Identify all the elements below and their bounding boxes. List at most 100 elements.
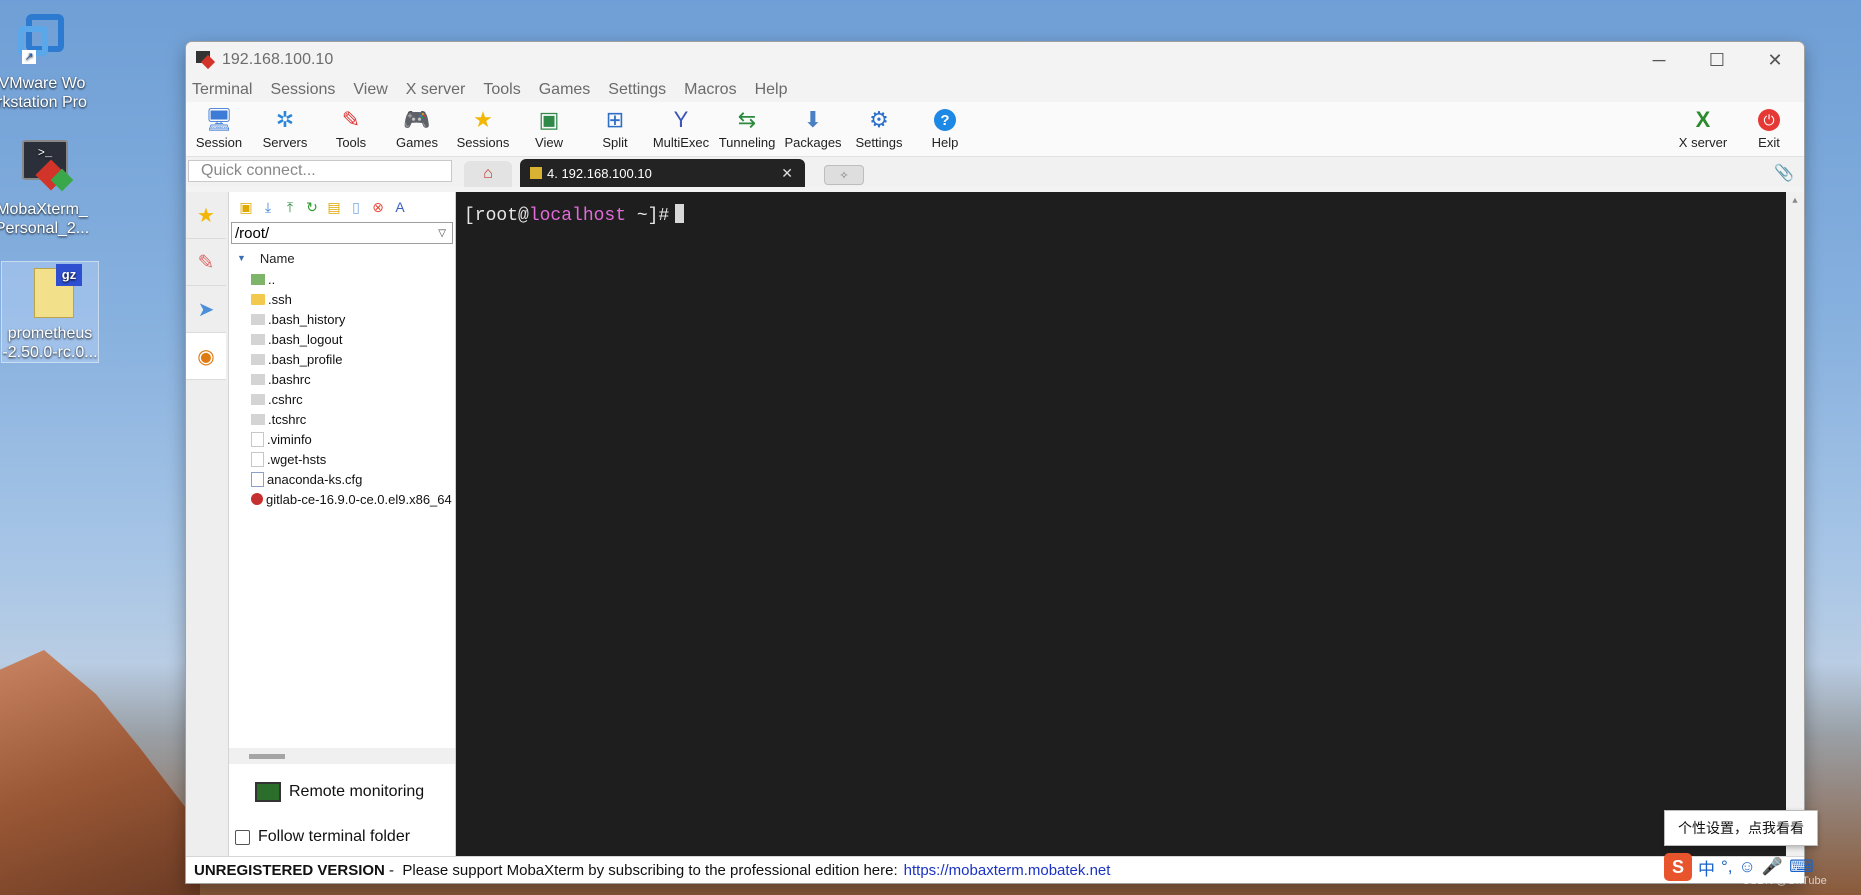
file-row[interactable]: .tcshrc [229, 409, 455, 429]
window-title: 192.168.100.10 [222, 51, 334, 68]
macros-sidebar-tab[interactable]: ➤ [186, 286, 226, 333]
file-icon [251, 471, 264, 487]
name-column-header[interactable]: ▼ Name [229, 247, 455, 269]
file-row[interactable]: .bash_profile [229, 349, 455, 369]
menu-bar: Terminal Sessions View X server Tools Ga… [186, 78, 1804, 102]
toolbar-session-button[interactable]: 🖥 Session [186, 102, 252, 151]
menu-terminal[interactable]: Terminal [192, 81, 252, 99]
home-tab[interactable]: ⌂ [464, 161, 512, 187]
sogou-ime-icon[interactable]: S [1664, 853, 1692, 881]
file-row[interactable]: gitlab-ce-16.9.0-ce.0.el9.x86_64 [229, 489, 455, 509]
toolbar-x-server-button[interactable]: X X server [1670, 102, 1736, 151]
microphone-icon[interactable]: 🎤 [1762, 857, 1783, 877]
menu-help[interactable]: Help [755, 81, 788, 99]
upload-icon[interactable]: ⤒ [279, 199, 301, 216]
checkbox[interactable] [235, 829, 250, 845]
toolbar-exit-button[interactable]: ⏻ Exit [1736, 102, 1802, 150]
file-row[interactable]: .. [229, 269, 455, 289]
toolbar-servers-button[interactable]: ✲ Servers [252, 102, 318, 151]
toolbar-label: Servers [262, 135, 308, 150]
toolbar-help-button[interactable]: ? Help [912, 102, 978, 150]
file-icon [251, 431, 264, 447]
toolbar-label: X server [1678, 135, 1728, 150]
path-selector[interactable]: /root/ ▽ [231, 222, 453, 244]
new-file-icon[interactable]: ▯ [345, 199, 367, 216]
file-name: .bash_history [268, 311, 346, 327]
file-list: .. .ssh .bash_history .bash_logout .bash_pro… [229, 269, 455, 509]
new-tab-button[interactable]: ✧ [824, 165, 864, 185]
toolbar-sessions-button[interactable]: ★ Sessions [450, 102, 516, 151]
menu-macros[interactable]: Macros [684, 81, 736, 99]
sessions-sidebar-tab[interactable]: ★ [186, 192, 226, 239]
keyboard-icon[interactable]: ⌨ [1789, 857, 1814, 877]
toolbar-label: Split [602, 135, 628, 150]
ime-tooltip[interactable]: 个性设置，点我看看 [1664, 810, 1818, 846]
ime-language-label[interactable]: 中 [1698, 855, 1715, 880]
folder-up-icon[interactable]: ▣ [235, 199, 257, 216]
file-row[interactable]: .ssh [229, 289, 455, 309]
file-row[interactable]: .bash_history [229, 309, 455, 329]
terminal-prompt: [root@localhost ~]# [464, 204, 685, 226]
remote-monitoring-button[interactable]: Remote monitoring [255, 782, 424, 802]
refresh-icon[interactable]: ↻ [301, 199, 323, 216]
follow-terminal-folder-checkbox[interactable]: Follow terminal folder [235, 828, 410, 846]
toolbar-split-button[interactable]: ⊞ Split [582, 102, 648, 151]
toolbar-multiexec-button[interactable]: Y MultiExec [648, 102, 714, 151]
paperclip-icon[interactable]: 📎 [1774, 163, 1794, 183]
minimize-button[interactable]: ─ [1630, 42, 1688, 78]
file-row[interactable]: .bash_logout [229, 329, 455, 349]
remote-monitoring-label: Remote monitoring [289, 783, 425, 800]
settings-icon: ⚙ [869, 107, 889, 132]
desktop-icon-vmware[interactable]: ↗ VMware Wo rkstation Pro [0, 12, 90, 112]
toolbar-tools-button[interactable]: ✎ Tools [318, 102, 384, 151]
desktop-icon-prometheus[interactable]: gz prometheus -2.50.0-rc.0... [1, 261, 99, 363]
scrollbar-thumb[interactable] [249, 754, 285, 759]
emoji-icon[interactable]: ☺ [1739, 857, 1756, 877]
terminal-pane[interactable]: [root@localhost ~]# ▲ [456, 192, 1804, 857]
sftp-file-browser: ▣ ⤓ ⤒ ↻ ▤ ▯ ⊗ A /root/ ▽ ▼ Name .. .ssh .b… [229, 192, 456, 857]
file-row[interactable]: .cshrc [229, 389, 455, 409]
delete-icon[interactable]: ⊗ [367, 199, 389, 216]
desktop-icon-mobaxterm[interactable]: >_ MobaXterm_ Personal_2... [0, 138, 90, 238]
mobatek-link[interactable]: https://mobaxterm.mobatek.net [904, 862, 1111, 879]
toolbar-label: View [535, 135, 563, 150]
file-row[interactable]: .bashrc [229, 369, 455, 389]
horizontal-scrollbar[interactable] [229, 748, 455, 764]
toolbar-right-group: X X server ⏻ Exit [1670, 102, 1802, 150]
toolbar-label: Exit [1758, 135, 1780, 150]
punctuation-icon[interactable]: °, [1721, 857, 1733, 877]
scroll-up-icon[interactable]: ▲ [1786, 196, 1804, 206]
close-button[interactable]: ✕ [1746, 42, 1804, 78]
menu-settings[interactable]: Settings [608, 81, 666, 99]
file-icon [251, 353, 265, 365]
toolbar-tunneling-button[interactable]: ⇆ Tunneling [714, 102, 780, 151]
file-row[interactable]: .viminfo [229, 429, 455, 449]
maximize-button[interactable]: ☐ [1688, 42, 1746, 78]
new-folder-icon[interactable]: ▤ [323, 199, 345, 216]
terminal-scrollbar[interactable]: ▲ [1786, 192, 1804, 857]
tools-sidebar-tab[interactable]: ✎ [186, 239, 226, 286]
menu-tools[interactable]: Tools [483, 81, 520, 99]
menu-games[interactable]: Games [539, 81, 591, 99]
toolbar-packages-button[interactable]: ⬇ Packages [780, 102, 846, 151]
download-icon[interactable]: ⤓ [257, 199, 279, 216]
main-toolbar: 🖥 Session ✲ Servers ✎ Tools 🎮 Games ★ Se… [186, 102, 1804, 157]
toolbar-games-button[interactable]: 🎮 Games [384, 102, 450, 151]
desktop-icon-label: MobaXterm_ [0, 201, 88, 218]
close-tab-icon[interactable]: ✕ [781, 165, 793, 182]
session-tab[interactable]: 4. 192.168.100.10 ✕ [520, 159, 805, 187]
file-row[interactable]: anaconda-ks.cfg [229, 469, 455, 489]
toolbar-settings-button[interactable]: ⚙ Settings [846, 102, 912, 151]
title-bar[interactable]: 192.168.100.10 ─ ☐ ✕ [186, 42, 1804, 78]
rename-icon[interactable]: A [389, 199, 411, 215]
menu-sessions[interactable]: Sessions [270, 81, 335, 99]
sftp-sidebar-tab[interactable]: ◉ [186, 333, 226, 380]
file-row[interactable]: .wget-hsts [229, 449, 455, 469]
tools-icon: ✎ [197, 251, 215, 274]
session-tab-label: 4. 192.168.100.10 [547, 165, 652, 181]
quick-connect-input[interactable]: Quick connect... [188, 160, 452, 182]
menu-view[interactable]: View [353, 81, 387, 99]
file-name: anaconda-ks.cfg [267, 471, 363, 487]
menu-x-server[interactable]: X server [406, 81, 466, 99]
toolbar-view-button[interactable]: ▣ View [516, 102, 582, 151]
